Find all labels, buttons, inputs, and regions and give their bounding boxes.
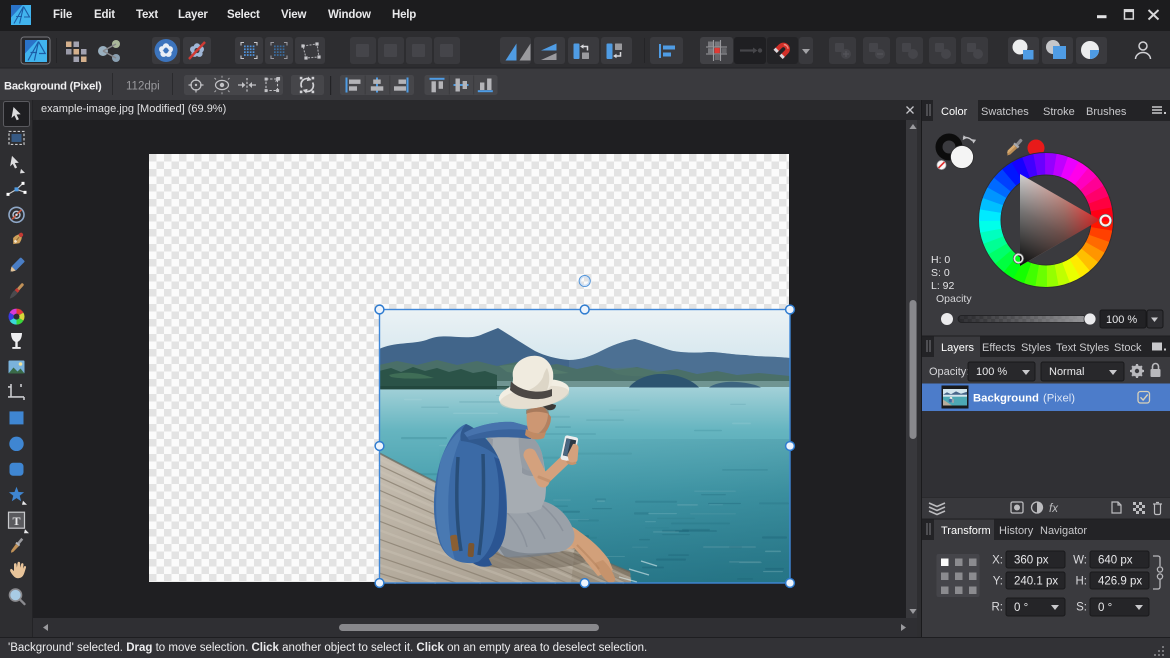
svg-text:Stroke: Stroke: [1043, 106, 1075, 118]
svg-text:100 %: 100 %: [976, 366, 1007, 378]
svg-text:L: 92: L: 92: [931, 280, 955, 292]
svg-text:S:: S:: [1076, 602, 1087, 614]
svg-text:Stock: Stock: [1114, 342, 1142, 354]
svg-text:Color: Color: [941, 106, 968, 118]
svg-text:Opacity:: Opacity:: [929, 366, 969, 378]
svg-text:426.9 px: 426.9 px: [1098, 576, 1142, 588]
svg-text:0 °: 0 °: [1014, 602, 1028, 614]
svg-text:X:: X:: [992, 555, 1003, 567]
svg-text:100 %: 100 %: [1106, 314, 1137, 326]
svg-text:R:: R:: [992, 602, 1004, 614]
svg-text:240.1 px: 240.1 px: [1014, 576, 1058, 588]
svg-text:Styles: Styles: [1021, 342, 1051, 354]
svg-text:Layers: Layers: [941, 342, 975, 354]
svg-text:H: 0: H: 0: [931, 254, 950, 266]
svg-text:640 px: 640 px: [1098, 555, 1133, 567]
svg-text:History: History: [999, 525, 1034, 537]
svg-text:0 °: 0 °: [1098, 602, 1112, 614]
svg-text:Transform: Transform: [941, 525, 991, 537]
svg-text:Background (Pixel): Background (Pixel): [4, 81, 102, 93]
svg-text:fx: fx: [1049, 503, 1059, 515]
svg-text:S: 0: S: 0: [931, 267, 950, 279]
svg-text:Background: Background: [973, 393, 1039, 405]
svg-text:Effects: Effects: [982, 342, 1016, 354]
svg-text:Brushes: Brushes: [1086, 106, 1127, 118]
svg-text:Text Styles: Text Styles: [1056, 342, 1110, 354]
svg-text:Normal: Normal: [1049, 366, 1084, 378]
svg-text:Y:: Y:: [993, 576, 1003, 588]
svg-text:(Pixel): (Pixel): [1043, 393, 1075, 405]
svg-text:T: T: [12, 514, 20, 528]
svg-text:H:: H:: [1076, 576, 1088, 588]
svg-text:Opacity: Opacity: [936, 293, 972, 305]
svg-text:112dpi: 112dpi: [126, 81, 160, 93]
svg-text:Navigator: Navigator: [1040, 525, 1087, 537]
svg-text:W:: W:: [1073, 555, 1087, 567]
svg-text:360 px: 360 px: [1014, 555, 1049, 567]
svg-text:Swatches: Swatches: [981, 106, 1029, 118]
